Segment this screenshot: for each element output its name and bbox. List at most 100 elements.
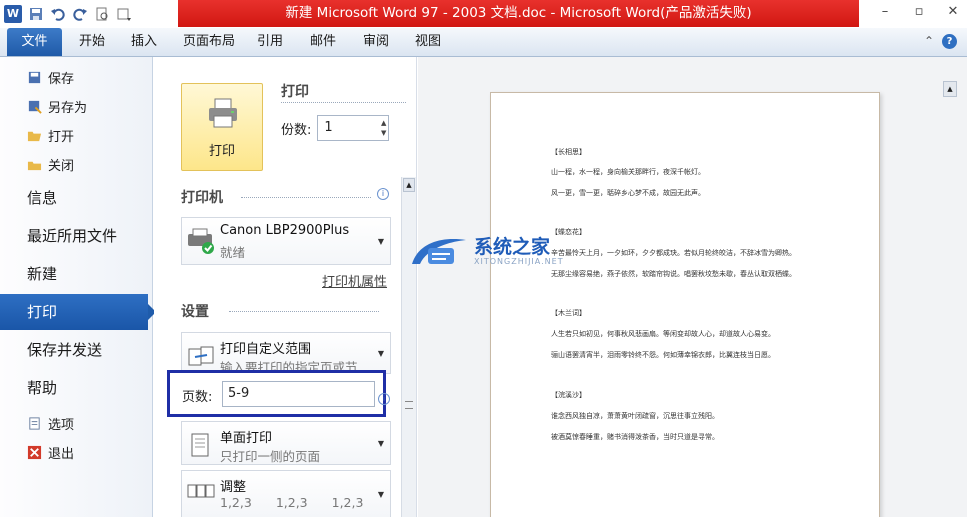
print-preview: 【长相思】 山一程，水一程，身向榆关那畔行，夜深千帐灯。 风一更，雪一更，聒碎乡…	[418, 57, 967, 517]
title-bar: W 新建 Microsoft Word 97 - 2003 文档.doc - M…	[0, 0, 967, 28]
tab-review[interactable]: 审阅	[363, 28, 389, 56]
scroll-grip[interactable]	[405, 401, 413, 409]
nav-print[interactable]: 打印	[0, 294, 156, 330]
redo-icon[interactable]	[72, 6, 88, 22]
preview-line: 被酒莫惊春睡重，赌书消得泼茶香，当时只道是寻常。	[551, 433, 719, 441]
tab-file[interactable]: 文件	[7, 28, 62, 56]
ribbon-tabs: 文件 开始 插入 页面布局 引用 邮件 审阅 视图 ⌃ ?	[0, 28, 967, 57]
print-settings-panel: 打印 打印 份数: 1 ▲ ▼ 打印机 i Canon LBP2900Plus 就…	[154, 57, 417, 517]
info-icon[interactable]: i	[378, 393, 390, 405]
print-range-select[interactable]: 打印自定义范围 输入要打印的指定页或节 ▼	[181, 332, 391, 374]
print-section-title: 打印	[281, 84, 309, 100]
customize-toolbar-icon[interactable]	[116, 6, 132, 22]
nav-save[interactable]: 保存	[27, 67, 74, 87]
copies-label: 份数:	[281, 122, 312, 138]
nav-save-as[interactable]: 另存为	[27, 96, 87, 116]
word-logo-icon[interactable]: W	[4, 5, 22, 23]
preview-line: 【长相思】	[551, 148, 586, 156]
preview-line: 辛苦最怜天上月，一夕如环，夕夕都成玦。若似月轮终皎洁，不辞冰雪为卿热。	[551, 249, 796, 257]
preview-line: 【木兰词】	[551, 309, 586, 317]
chevron-down-icon: ▼	[377, 489, 384, 499]
window-title: 新建 Microsoft Word 97 - 2003 文档.doc - Mic…	[178, 0, 859, 27]
preview-line: 风一更，雪一更，聒碎乡心梦不成，故园无此声。	[551, 189, 705, 197]
nav-close[interactable]: 关闭	[27, 154, 74, 174]
preview-page: 【长相思】 山一程，水一程，身向榆关那畔行，夜深千帐灯。 风一更，雪一更，聒碎乡…	[490, 92, 880, 517]
tab-view[interactable]: 视图	[415, 28, 441, 56]
print-button-label: 打印	[208, 144, 235, 159]
scroll-up-icon[interactable]: ▲	[403, 178, 415, 192]
collate-num: 1,2,3	[331, 495, 364, 510]
watermark-main: 系统之家	[474, 235, 551, 258]
nav-info[interactable]: 信息	[0, 180, 153, 216]
tab-home[interactable]: 开始	[79, 28, 105, 56]
tab-insert[interactable]: 插入	[131, 28, 157, 56]
preview-line: 【浣溪沙】	[551, 391, 586, 399]
watermark: 系统之家 XITONGZHIJIA.NET	[410, 234, 564, 268]
printer-icon	[209, 98, 237, 128]
nav-help[interactable]: 帮助	[0, 370, 153, 406]
nav-close-label: 关闭	[48, 158, 75, 174]
nav-exit[interactable]: 退出	[27, 442, 74, 462]
copies-control: 份数: 1 ▲ ▼	[281, 115, 390, 141]
tab-page-layout[interactable]: 页面布局	[183, 28, 235, 56]
preview-line: 无那尘缘容易绝，燕子依然，软踏帘钩说。唱罢秋坟愁未歇，春丛认取双栖蝶。	[551, 270, 796, 278]
collate-icon	[187, 484, 215, 498]
pages-input[interactable]: 5-9	[222, 381, 375, 407]
nav-open[interactable]: 打开	[27, 125, 74, 145]
print-sides-title: 单面打印	[220, 431, 273, 446]
spin-arrows-icon[interactable]: ▲ ▼	[381, 118, 386, 138]
nav-recent[interactable]: 最近所用文件	[0, 218, 153, 254]
scroll-up-icon[interactable]: ▲	[943, 81, 957, 97]
printer-select[interactable]: Canon LBP2900Plus 就绪 ▼	[181, 217, 391, 265]
printer-ready-icon	[188, 228, 214, 254]
help-icon[interactable]: ?	[942, 34, 957, 49]
tab-mailings[interactable]: 邮件	[310, 28, 336, 56]
folder-open-icon	[27, 131, 42, 141]
folder-close-icon	[27, 161, 42, 170]
printer-status: 就绪	[220, 245, 246, 260]
divider	[229, 311, 379, 312]
settings-section-title: 设置	[181, 304, 209, 320]
collate-select[interactable]: 调整 1,2,3 1,2,3 1,2,3 ▼	[181, 470, 391, 517]
print-preview-icon[interactable]	[94, 6, 110, 22]
nav-save-label: 保存	[48, 71, 75, 87]
print-button[interactable]: 打印	[181, 83, 263, 171]
preview-line: 骊山语罢清宵半，泪雨零铃终不怨。何如薄幸锦衣郎，比翼连枝当日愿。	[551, 351, 775, 359]
print-sides-select[interactable]: 单面打印 只打印一侧的页面 ▼	[181, 421, 391, 465]
settings-scrollbar[interactable]: ▲	[401, 177, 416, 517]
collate-numbers: 1,2,3 1,2,3 1,2,3	[220, 495, 363, 510]
printer-section-title: 打印机	[181, 190, 223, 206]
maximize-icon[interactable]: ▫	[911, 4, 927, 20]
printer-properties-link[interactable]: 打印机属性	[322, 271, 387, 290]
chevron-down-icon: ▼	[377, 236, 384, 246]
save-icon	[28, 71, 41, 83]
nav-options[interactable]: 选项	[27, 413, 74, 433]
print-sides-desc: 只打印一侧的页面	[220, 449, 321, 464]
copies-stepper[interactable]: 1 ▲ ▼	[317, 115, 390, 141]
preview-line: 谁念西风独自凉，萧萧黄叶闭疏窗，沉思往事立残阳。	[551, 412, 719, 420]
preview-scrollbar[interactable]: ▲	[941, 79, 959, 517]
quick-access-toolbar: W	[4, 4, 132, 24]
collapse-ribbon-icon[interactable]: ⌃	[924, 34, 934, 49]
close-icon[interactable]: ✕	[945, 4, 961, 20]
pages-field-highlight: 页数: 5-9	[167, 370, 386, 417]
print-range-title: 打印自定义范围	[220, 342, 312, 357]
options-icon	[29, 416, 40, 430]
tab-references[interactable]: 引用	[257, 28, 283, 56]
nav-new[interactable]: 新建	[0, 256, 153, 292]
preview-line: 山一程，水一程，身向榆关那畔行，夜深千帐灯。	[551, 168, 705, 176]
window-controls: – ▫ ✕	[877, 4, 961, 20]
divider	[241, 197, 371, 198]
collate-num: 1,2,3	[275, 495, 308, 510]
watermark-logo-icon	[412, 239, 466, 264]
save-icon[interactable]	[28, 6, 44, 22]
exit-icon	[27, 445, 42, 459]
info-icon[interactable]: i	[377, 188, 389, 200]
undo-icon[interactable]	[50, 6, 66, 22]
one-sided-icon	[191, 433, 209, 457]
nav-options-label: 选项	[48, 417, 75, 433]
nav-open-label: 打开	[48, 129, 75, 145]
nav-save-send[interactable]: 保存并发送	[0, 332, 153, 368]
pages-label: 页数:	[182, 390, 213, 405]
minimize-icon[interactable]: –	[877, 4, 893, 20]
